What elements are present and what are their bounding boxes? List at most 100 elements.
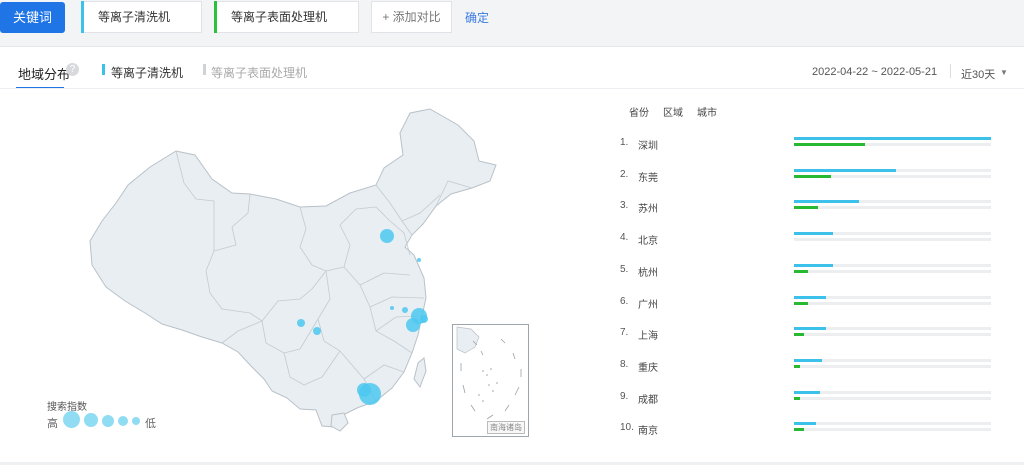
city-name: 苏州 — [638, 204, 658, 215]
bubble-chengdu[interactable] — [297, 319, 305, 327]
rank-number: 3. — [620, 200, 629, 211]
china-outline — [89, 108, 497, 428]
tab-city[interactable]: 城市 — [697, 104, 717, 119]
bar-keyword-2 — [794, 206, 818, 209]
city-name: 广州 — [638, 300, 658, 311]
bar-track-keyword-2 — [794, 175, 991, 178]
bar-keyword-1 — [794, 422, 816, 425]
bubble-beijing[interactable] — [380, 229, 394, 243]
bar-track-keyword-1 — [794, 232, 991, 235]
scale-dot-1 — [63, 411, 80, 428]
bar-keyword-1 — [794, 264, 834, 267]
ranking-row[interactable]: 6. 广州 — [620, 291, 1000, 311]
legend-swatch-2 — [203, 64, 206, 75]
city-name: 南京 — [638, 426, 658, 437]
tab-area[interactable]: 区域 — [663, 104, 683, 119]
bar-track-keyword-2 — [794, 365, 991, 368]
bar-keyword-2 — [794, 333, 804, 336]
bar-keyword-2 — [794, 397, 800, 400]
add-compare-button[interactable]: + 添加对比 — [371, 1, 452, 33]
taiwan-island — [413, 357, 427, 389]
bar-track-keyword-2 — [794, 397, 991, 400]
confirm-button[interactable]: 确定 — [465, 9, 489, 26]
ranking-row[interactable]: 8. 重庆 — [620, 354, 1000, 374]
keyword-input-1[interactable]: 等离子清洗机 — [81, 1, 202, 33]
bar-track-keyword-2 — [794, 428, 991, 431]
bar-keyword-1 — [794, 200, 859, 203]
inset-svg — [456, 326, 522, 420]
bar-keyword-1 — [794, 391, 820, 394]
city-name: 杭州 — [638, 268, 658, 279]
bar-track-keyword-2 — [794, 302, 991, 305]
ranking-row[interactable]: 1. 深圳 — [620, 132, 1000, 152]
legend-label-2: 等离子表面处理机 — [211, 66, 308, 80]
bar-track-keyword-1 — [794, 264, 991, 267]
scale-high-label: 高 — [47, 418, 58, 430]
bar-track-keyword-1 — [794, 391, 991, 394]
hainan-island — [330, 412, 349, 432]
legend-keyword-1[interactable]: 等离子清洗机 — [102, 64, 183, 81]
bubble-small-1[interactable] — [390, 306, 394, 310]
rank-number: 6. — [620, 296, 629, 307]
city-name: 北京 — [638, 236, 658, 247]
bar-keyword-2 — [794, 302, 808, 305]
bar-keyword-2 — [794, 365, 800, 368]
bar-track-keyword-2 — [794, 206, 991, 209]
rank-number: 5. — [620, 264, 629, 275]
bar-track-keyword-1 — [794, 422, 991, 425]
city-name: 上海 — [638, 331, 658, 342]
bar-keyword-1 — [794, 359, 822, 362]
keyword-button[interactable]: 关键词 — [0, 2, 65, 33]
bar-keyword-1 — [794, 296, 826, 299]
scale-dot-4 — [118, 416, 128, 426]
bar-keyword-1 — [794, 327, 826, 330]
bar-track-keyword-1 — [794, 296, 991, 299]
scale-title: 搜索指数 — [47, 402, 87, 413]
ranking-row[interactable]: 2. 东莞 — [620, 164, 1000, 184]
south-china-sea-inset: 南海诸岛 — [452, 324, 529, 437]
scale-dot-3 — [102, 415, 114, 427]
rank-number: 1. — [620, 137, 629, 148]
bar-track-keyword-1 — [794, 359, 991, 362]
city-name: 东莞 — [638, 173, 658, 184]
bar-track-keyword-2 — [794, 333, 991, 336]
help-icon[interactable]: ? — [66, 63, 79, 76]
bar-track-keyword-2 — [794, 238, 991, 241]
legend-swatch-1 — [102, 64, 105, 75]
bubble-dongguan[interactable] — [357, 383, 371, 397]
divider — [950, 64, 951, 78]
china-map: 南海诸岛 搜索指数 高 低 — [0, 95, 600, 465]
bubble-jinan[interactable] — [417, 258, 421, 262]
divider-line — [0, 88, 1024, 89]
ranking-row[interactable]: 3. 苏州 — [620, 195, 1000, 215]
bubble-nanjing[interactable] — [402, 307, 408, 313]
rank-number: 2. — [620, 169, 629, 180]
bubble-chongqing[interactable] — [313, 327, 321, 335]
bar-keyword-2 — [794, 143, 865, 146]
rank-number: 10. — [620, 422, 634, 433]
scale-dot-5 — [132, 417, 140, 425]
bar-track-keyword-2 — [794, 143, 991, 146]
city-name: 深圳 — [638, 141, 658, 152]
period-select[interactable]: 近30天 — [961, 66, 995, 82]
bar-keyword-1 — [794, 137, 991, 140]
date-range: 2022-04-22 ~ 2022-05-21 — [812, 66, 938, 78]
rank-number: 9. — [620, 391, 629, 402]
keyword-input-2[interactable]: 等离子表面处理机 — [214, 1, 359, 33]
bar-track-keyword-1 — [794, 200, 991, 203]
ranking-row[interactable]: 7. 上海 — [620, 322, 1000, 342]
legend-keyword-2[interactable]: 等离子表面处理机 — [203, 64, 307, 81]
ranking-row[interactable]: 5. 杭州 — [620, 259, 1000, 279]
tab-region-distribution[interactable]: 地域分布 — [18, 64, 70, 83]
bar-keyword-2 — [794, 270, 808, 273]
bar-track-keyword-1 — [794, 169, 991, 172]
ranking-row[interactable]: 4. 北京 — [620, 227, 1000, 247]
rank-number: 7. — [620, 327, 629, 338]
ranking-row[interactable]: 10. 南京 — [620, 417, 1000, 437]
bar-track-keyword-1 — [794, 137, 991, 140]
rank-number: 8. — [620, 359, 629, 370]
ranking-row[interactable]: 9. 成都 — [620, 386, 1000, 406]
bubble-shanghai[interactable] — [420, 315, 428, 323]
tab-province[interactable]: 省份 — [629, 104, 649, 119]
chevron-down-icon[interactable]: ▼ — [1000, 68, 1008, 77]
